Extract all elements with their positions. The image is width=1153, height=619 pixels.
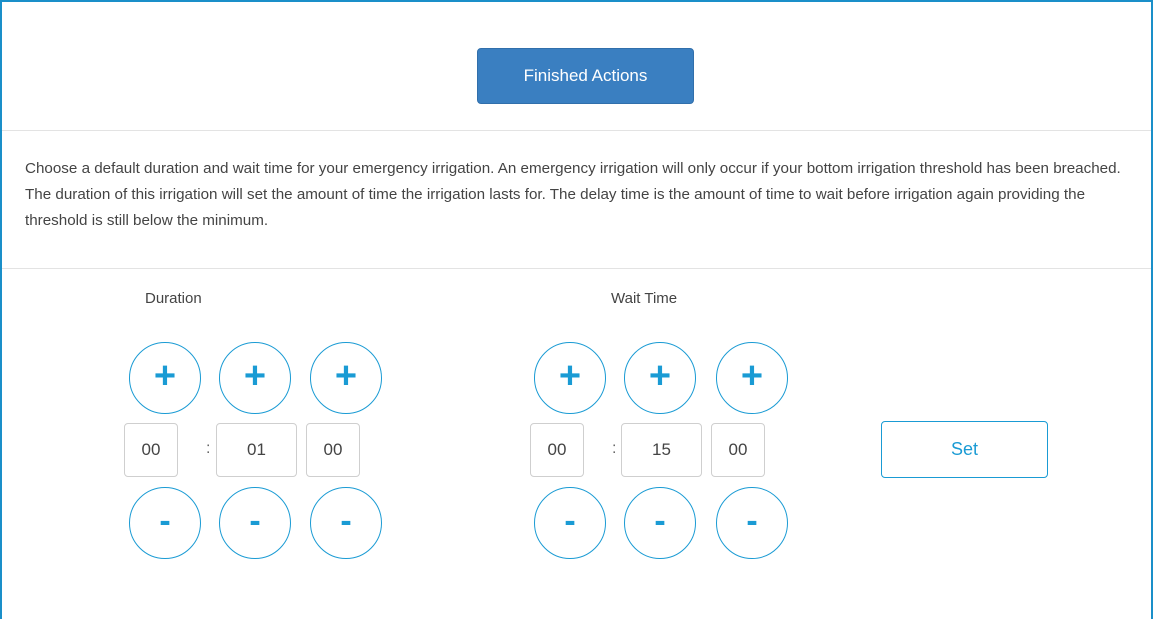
wait-hours-field[interactable]: 00 — [530, 423, 584, 477]
finished-actions-button[interactable]: Finished Actions — [477, 48, 694, 104]
set-button[interactable]: Set — [881, 421, 1048, 478]
time-separator: : — [612, 440, 617, 457]
divider — [2, 130, 1151, 131]
wait-seconds-decrement-button[interactable]: - — [716, 487, 788, 559]
wait-seconds-field[interactable]: 00 — [711, 423, 765, 477]
wait-minutes-field[interactable]: 15 — [621, 423, 702, 477]
wait-minutes-decrement-button[interactable]: - — [624, 487, 696, 559]
duration-minutes-decrement-button[interactable]: - — [219, 487, 291, 559]
wait-seconds-increment-button[interactable]: + — [716, 342, 788, 414]
wait-minutes-increment-button[interactable]: + — [624, 342, 696, 414]
duration-seconds-decrement-button[interactable]: - — [310, 487, 382, 559]
duration-hours-field[interactable]: 00 — [124, 423, 178, 477]
duration-label: Duration — [145, 290, 202, 307]
wait-time-label: Wait Time — [611, 290, 678, 307]
duration-hours-increment-button[interactable]: + — [129, 342, 201, 414]
irrigation-description: Choose a default duration and wait time … — [25, 160, 1121, 229]
time-separator: : — [206, 440, 211, 457]
wait-hours-decrement-button[interactable]: - — [534, 487, 606, 559]
duration-seconds-increment-button[interactable]: + — [310, 342, 382, 414]
duration-minutes-increment-button[interactable]: + — [219, 342, 291, 414]
wait-hours-increment-button[interactable]: + — [534, 342, 606, 414]
duration-minutes-field[interactable]: 01 — [216, 423, 297, 477]
duration-seconds-field[interactable]: 00 — [306, 423, 360, 477]
divider — [2, 268, 1151, 269]
duration-hours-decrement-button[interactable]: - — [129, 487, 201, 559]
